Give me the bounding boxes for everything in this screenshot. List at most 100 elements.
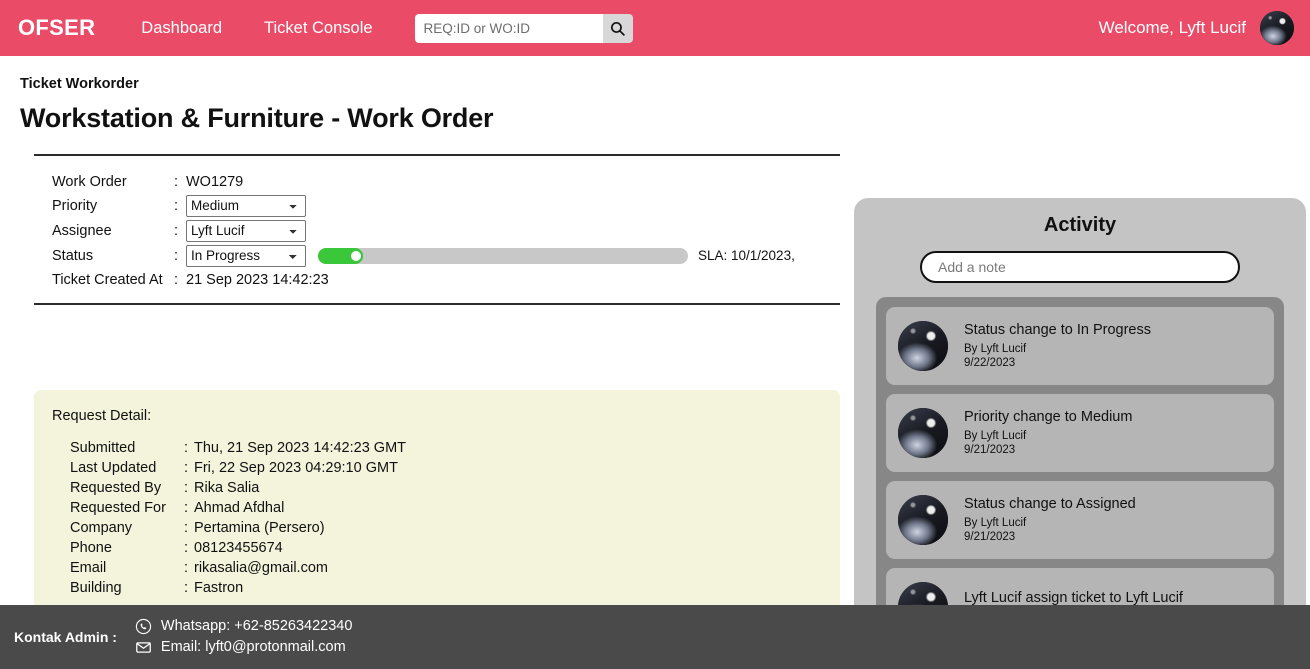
sla-text: SLA: 10/1/2023,	[698, 248, 795, 263]
search-icon	[611, 21, 625, 36]
colon: :	[184, 440, 189, 456]
avatar-image	[898, 408, 948, 458]
status-select[interactable]: In Progress	[186, 244, 306, 267]
colon: :	[184, 540, 189, 556]
workorder-section: Work Order : WO1279 Priority : Medium As…	[34, 154, 840, 305]
table-row: Priority : Medium	[34, 193, 795, 218]
activity-text: Status change to Assigned By Lyft Lucif …	[964, 496, 1136, 544]
activity-title: Activity	[1043, 214, 1117, 236]
assignee-cell: Lyft Lucif	[186, 218, 795, 243]
phone-value: 08123455674	[194, 540, 283, 556]
avatar-image	[1260, 11, 1294, 45]
nav-link-ticket-console[interactable]: Ticket Console	[264, 19, 373, 38]
avatar-image	[898, 495, 948, 545]
table-row: Assignee : Lyft Lucif	[34, 218, 795, 243]
list-item[interactable]: Status change to In Progress By Lyft Luc…	[886, 307, 1274, 385]
submitted-value: Thu, 21 Sep 2023 14:42:23 GMT	[194, 440, 406, 456]
status-label: Status	[52, 247, 94, 264]
divider-bottom	[34, 303, 840, 305]
avatar-image	[898, 321, 948, 371]
activity-avatar	[898, 495, 948, 545]
priority-label: Priority	[52, 197, 98, 214]
activity-text: Priority change to Medium By Lyft Lucif …	[964, 409, 1132, 457]
workorder-meta-table: Work Order : WO1279 Priority : Medium As…	[34, 170, 795, 291]
footer: Kontak Admin : Whatsapp: +62-85263422340…	[0, 605, 1310, 669]
status-cell: In Progress SLA: 10/1/2023,	[186, 243, 795, 268]
table-row: Requested By : Rika Salia	[52, 480, 406, 500]
building-value: Fastron	[194, 580, 244, 596]
footer-email-line: Email: lyft0@protonmail.com	[135, 637, 352, 658]
navbar-right: Welcome, Lyft Lucif	[1099, 11, 1294, 45]
activity-title-text: Priority change to Medium	[964, 409, 1133, 425]
activity-panel: Activity Status change to In Progress By…	[854, 198, 1306, 646]
colon: :	[184, 500, 189, 516]
footer-contacts: Whatsapp: +62-85263422340 Email: lyft0@p…	[135, 616, 352, 658]
priority-cell: Medium	[186, 193, 795, 218]
phone-label: Phone	[70, 540, 112, 556]
footer-whatsapp-line: Whatsapp: +62-85263422340	[135, 616, 352, 637]
sla-progress-slider[interactable]	[318, 247, 688, 264]
brand-logo[interactable]: OFSER	[18, 15, 95, 41]
activity-list[interactable]: Status change to In Progress By Lyft Luc…	[876, 297, 1284, 627]
add-note-input[interactable]	[920, 251, 1240, 283]
top-navbar: OFSER Dashboard Ticket Console Welcome, …	[0, 0, 1310, 56]
page-body: Ticket Workorder Workstation & Furniture…	[0, 56, 1310, 646]
search-button[interactable]	[602, 13, 633, 43]
colon: :	[174, 222, 179, 239]
email-value: rikasalia@gmail.com	[194, 560, 328, 576]
search-input[interactable]	[414, 13, 603, 43]
workorder-id-label: Work Order	[52, 173, 127, 190]
colon: :	[184, 460, 189, 476]
activity-avatar	[898, 321, 948, 371]
assignee-label: Assignee	[52, 222, 112, 239]
requested-for-label: Requested For	[70, 500, 166, 516]
envelope-icon	[136, 642, 151, 653]
table-row: Company : Pertamina (Persero)	[52, 520, 406, 540]
building-label: Building	[70, 580, 122, 596]
colon: :	[184, 580, 189, 596]
footer-whatsapp-text[interactable]: Whatsapp: +62-85263422340	[161, 616, 352, 637]
colon: :	[174, 173, 179, 190]
requested-for-value: Ahmad Afdhal	[194, 500, 285, 516]
created-at-value: 21 Sep 2023 14:42:23	[186, 271, 329, 288]
assignee-select[interactable]: Lyft Lucif	[186, 219, 306, 242]
activity-title-text: Lyft Lucif assign ticket to Lyft Lucif	[964, 590, 1183, 606]
table-row: Requested For : Ahmad Afdhal	[52, 500, 406, 520]
nav-link-dashboard[interactable]: Dashboard	[141, 19, 222, 38]
activity-avatar	[898, 408, 948, 458]
whatsapp-icon	[135, 618, 152, 635]
table-row: Phone : 08123455674	[52, 540, 406, 560]
submitted-label: Submitted	[70, 440, 136, 456]
footer-email-text[interactable]: Email: lyft0@protonmail.com	[161, 637, 346, 658]
colon: :	[174, 197, 179, 214]
user-avatar[interactable]	[1260, 11, 1294, 45]
table-row: Email : rikasalia@gmail.com	[52, 560, 406, 580]
colon: :	[174, 247, 179, 264]
activity-date: 9/21/2023	[964, 444, 1016, 456]
divider-top	[34, 154, 840, 156]
workorder-id-value: WO1279	[186, 173, 244, 190]
table-row: Last Updated : Fri, 22 Sep 2023 04:29:10…	[52, 460, 406, 480]
company-label: Company	[70, 520, 133, 536]
sla-progress-knob[interactable]	[349, 248, 363, 263]
request-detail-table: Submitted : Thu, 21 Sep 2023 14:42:23 GM…	[52, 440, 406, 600]
colon: :	[184, 480, 189, 496]
table-row: Work Order : WO1279	[34, 170, 795, 193]
requested-by-value: Rika Salia	[194, 480, 260, 496]
colon: :	[174, 271, 179, 288]
activity-title-text: Status change to Assigned	[964, 496, 1136, 512]
table-row: Submitted : Thu, 21 Sep 2023 14:42:23 GM…	[52, 440, 406, 460]
list-item[interactable]: Status change to Assigned By Lyft Lucif …	[886, 481, 1274, 559]
activity-author: By Lyft Lucif	[964, 517, 1027, 529]
requested-by-label: Requested By	[70, 480, 162, 496]
breadcrumb[interactable]: Ticket Workorder	[20, 76, 139, 92]
table-row: Status : In Progress SLA: 10/1/2023,	[34, 243, 795, 268]
activity-date: 9/22/2023	[964, 357, 1016, 369]
colon: :	[184, 520, 189, 536]
email-label: Email	[70, 560, 107, 576]
table-row: Ticket Created At : 21 Sep 2023 14:42:23	[34, 268, 795, 291]
priority-select[interactable]: Medium	[186, 194, 306, 217]
activity-date: 9/21/2023	[964, 531, 1016, 543]
list-item[interactable]: Priority change to Medium By Lyft Lucif …	[886, 394, 1274, 472]
company-value: Pertamina (Persero)	[194, 520, 325, 536]
